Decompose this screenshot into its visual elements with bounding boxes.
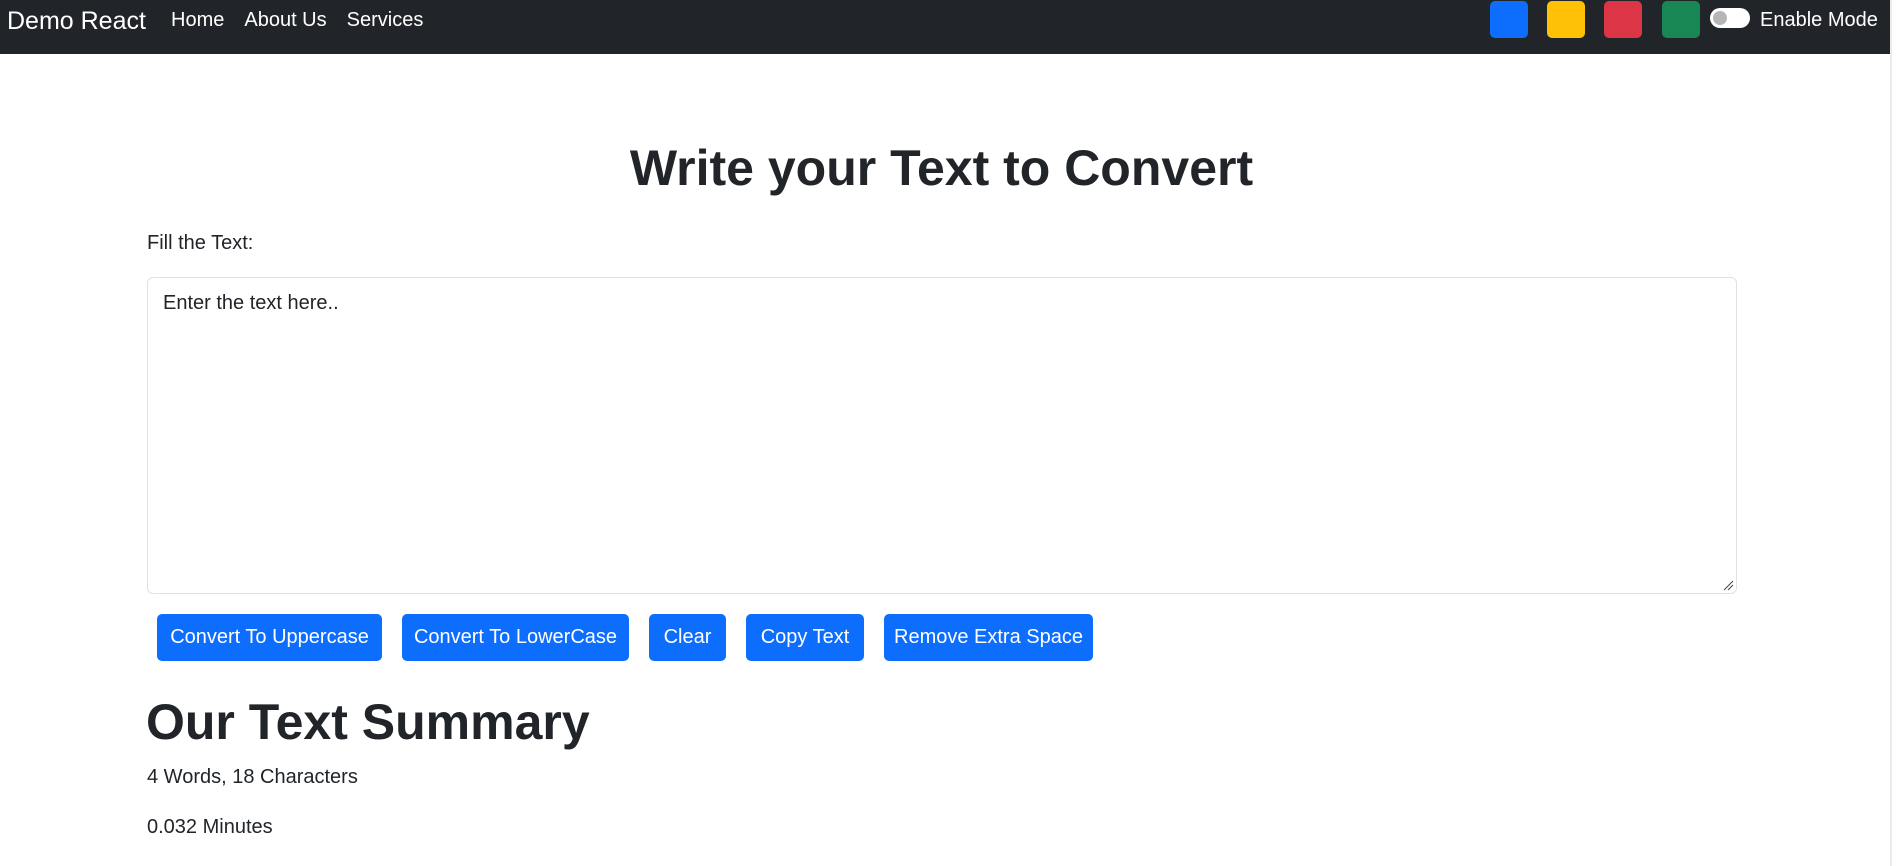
page-title: Write your Text to Convert bbox=[629, 140, 1254, 196]
theme-swatch-yellow[interactable] bbox=[1547, 1, 1585, 38]
word-char-count: 4 Words, 18 Characters bbox=[147, 766, 358, 788]
theme-swatch-blue[interactable] bbox=[1490, 1, 1528, 38]
mode-toggle-label[interactable]: Enable Mode bbox=[1760, 8, 1878, 32]
nav-link-home[interactable]: Home bbox=[171, 8, 224, 32]
resize-grip-icon[interactable] bbox=[1723, 580, 1734, 591]
nav-links: Home About Us Services bbox=[171, 8, 423, 32]
nav-link-about[interactable]: About Us bbox=[244, 8, 326, 32]
theme-swatch-red[interactable] bbox=[1604, 1, 1642, 38]
copy-text-button[interactable]: Copy Text bbox=[746, 614, 864, 661]
text-input-area[interactable] bbox=[147, 277, 1737, 594]
text-field-label: Fill the Text: bbox=[147, 232, 254, 254]
remove-extra-space-button[interactable]: Remove Extra Space bbox=[884, 614, 1093, 661]
summary-title: Our Text Summary bbox=[146, 694, 590, 750]
navbar: Demo React Home About Us Services Enable… bbox=[0, 0, 1890, 54]
read-time: 0.032 Minutes bbox=[147, 816, 273, 838]
scrollbar-track[interactable] bbox=[1890, 0, 1892, 866]
nav-link-services[interactable]: Services bbox=[347, 8, 424, 32]
convert-lowercase-button[interactable]: Convert To LowerCase bbox=[402, 614, 629, 661]
clear-button[interactable]: Clear bbox=[649, 614, 726, 661]
mode-toggle-switch[interactable] bbox=[1710, 8, 1750, 28]
convert-uppercase-button[interactable]: Convert To Uppercase bbox=[157, 614, 382, 661]
navbar-brand[interactable]: Demo React bbox=[7, 6, 146, 36]
toggle-knob bbox=[1713, 11, 1727, 25]
theme-swatch-green[interactable] bbox=[1662, 1, 1700, 38]
